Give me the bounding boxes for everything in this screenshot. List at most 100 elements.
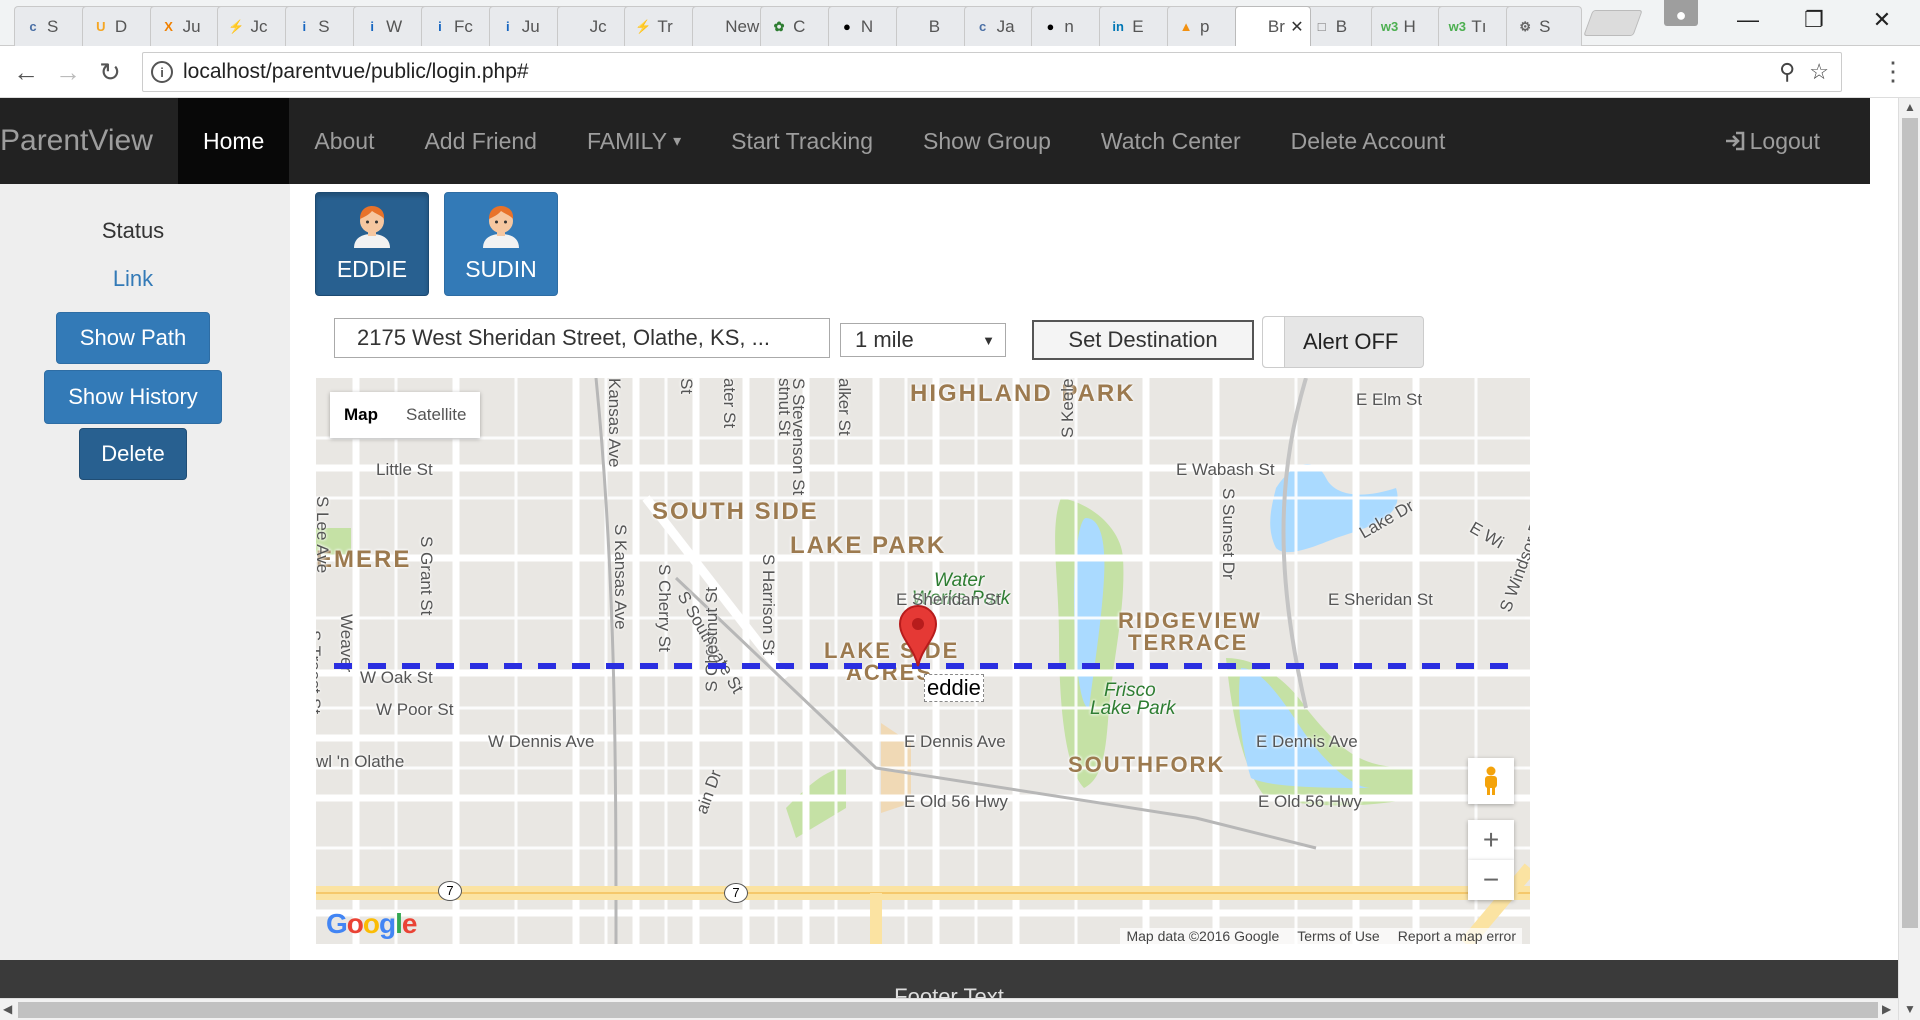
- nav-item-delete-account[interactable]: Delete Account: [1266, 98, 1471, 184]
- vertical-scroll-thumb[interactable]: [1902, 118, 1918, 928]
- tab-title: Br: [1267, 16, 1285, 36]
- browser-tab[interactable]: ⚙ S: [1506, 6, 1582, 46]
- set-destination-button[interactable]: Set Destination: [1032, 320, 1254, 360]
- location-marker-icon[interactable]: [896, 604, 940, 668]
- nav-item-label: Home: [203, 127, 265, 154]
- browser-tab[interactable]: B: [895, 6, 972, 46]
- browser-tab[interactable]: i Ju: [488, 6, 565, 46]
- browser-tab[interactable]: cS: [14, 6, 90, 46]
- nav-item-show-group[interactable]: Show Group: [898, 98, 1076, 184]
- nav-item-home[interactable]: Home: [178, 98, 290, 184]
- street-view-pegman-icon[interactable]: [1468, 758, 1514, 804]
- info-icon: i: [370, 19, 374, 34]
- browser-tab[interactable]: UD: [81, 6, 158, 46]
- browser-tab[interactable]: ✿ C: [760, 6, 836, 46]
- nav-item-label: Delete Account: [1290, 127, 1446, 154]
- address-bar[interactable]: i localhost/parentvue/public/login.php# …: [142, 52, 1842, 92]
- scroll-left-icon[interactable]: ◀: [3, 1002, 12, 1016]
- scroll-up-icon[interactable]: ▲: [1904, 100, 1916, 114]
- tab-title: Jc: [589, 16, 607, 36]
- browser-tab[interactable]: ⚡ Tr: [624, 6, 701, 46]
- toggle-knob[interactable]: [1263, 317, 1285, 367]
- nav-item-add-friend[interactable]: Add Friend: [399, 98, 562, 184]
- browser-tab[interactable]: ● n: [1031, 6, 1108, 46]
- link-anchor[interactable]: Link: [0, 266, 266, 292]
- terms-link[interactable]: Terms of Use: [1297, 928, 1379, 944]
- url-text[interactable]: localhost/parentvue/public/login.php#: [183, 60, 529, 84]
- browser-tab[interactable]: iS: [285, 6, 362, 46]
- close-tab-icon[interactable]: ✕: [1290, 17, 1303, 37]
- favicon: [701, 17, 721, 37]
- horizontal-scrollbar[interactable]: ◀ ▶: [0, 998, 1898, 1020]
- report-error-link[interactable]: Report a map error: [1398, 928, 1516, 944]
- back-icon[interactable]: ←: [10, 56, 42, 88]
- map-type-control: Map Satellite: [330, 392, 481, 438]
- nav-item-watch-center[interactable]: Watch Center: [1076, 98, 1266, 184]
- browser-tab[interactable]: Br ✕: [1234, 6, 1311, 46]
- minimize-icon[interactable]: —: [1718, 0, 1778, 40]
- browser-tab[interactable]: c Ja: [963, 6, 1040, 46]
- github-icon: ●: [842, 19, 851, 34]
- profile-icon[interactable]: ●: [1664, 0, 1698, 26]
- reload-icon[interactable]: ↻: [94, 56, 126, 88]
- browser-tab[interactable]: ⚡ Jc: [217, 6, 294, 46]
- map-type-map-button[interactable]: Map: [330, 392, 392, 438]
- zoom-out-button[interactable]: −: [1468, 860, 1514, 900]
- github-icon: ●: [1046, 19, 1055, 34]
- nav-item-family[interactable]: FAMILY ▾: [562, 98, 706, 184]
- delete-button[interactable]: Delete: [79, 428, 187, 480]
- scroll-right-icon[interactable]: ▶: [1882, 1002, 1891, 1016]
- browser-tab[interactable]: ● N: [827, 6, 904, 46]
- bookmark-star-icon[interactable]: ☆: [1809, 59, 1829, 85]
- dropdown-arrow-icon: ▼: [982, 332, 995, 348]
- map-type-satellite-button[interactable]: Satellite: [392, 392, 480, 438]
- browser-tab[interactable]: in E: [1099, 6, 1176, 46]
- tab-title: Fc: [453, 16, 473, 36]
- radius-select[interactable]: 1 mile ▼: [840, 323, 1006, 357]
- nav-item-label: FAMILY: [586, 127, 668, 154]
- nav-item-start-tracking[interactable]: Start Tracking: [706, 98, 898, 184]
- browser-tab[interactable]: w3 H: [1370, 6, 1447, 46]
- blank-icon: [566, 17, 586, 37]
- browser-tab[interactable]: iW: [353, 6, 429, 46]
- address-input[interactable]: 2175 West Sheridan Street, Olathe, KS, .…: [334, 318, 830, 358]
- gear-icon: ⚙: [1519, 18, 1531, 34]
- show-history-button[interactable]: Show History: [44, 370, 222, 424]
- zoom-icon[interactable]: ⚲: [1779, 59, 1795, 85]
- vertical-scrollbar[interactable]: ▲ ▼: [1898, 98, 1920, 1020]
- brand-logo[interactable]: ParentView: [0, 124, 178, 158]
- forward-icon[interactable]: →: [52, 56, 84, 88]
- member-name: SUDIN: [465, 256, 537, 282]
- member-button-sudin[interactable]: SUDIN: [444, 192, 558, 296]
- member-button-eddie[interactable]: EDDIE: [315, 192, 429, 296]
- info-icon[interactable]: i: [151, 61, 173, 83]
- browser-tab[interactable]: w3 Tı: [1438, 6, 1515, 46]
- scroll-down-icon[interactable]: ▼: [1904, 1002, 1916, 1016]
- browser-tab[interactable]: X Ju: [149, 6, 226, 46]
- nav-item-about[interactable]: About: [289, 98, 399, 184]
- browser-tab[interactable]: Jc: [556, 6, 633, 46]
- new-tab-button[interactable]: [1583, 10, 1643, 36]
- tab-title: B: [1335, 16, 1348, 36]
- restore-icon[interactable]: ❐: [1784, 0, 1844, 40]
- w3-icon: w3: [1380, 19, 1399, 34]
- browser-tab[interactable]: New: [692, 6, 769, 46]
- browser-tab[interactable]: ▲ p: [1167, 6, 1243, 46]
- show-path-button[interactable]: Show Path: [56, 312, 210, 364]
- tab-title: D: [114, 16, 128, 36]
- zoom-in-button[interactable]: +: [1468, 820, 1514, 860]
- close-window-icon[interactable]: ✕: [1852, 0, 1912, 40]
- pma-icon: ▲: [1179, 19, 1193, 34]
- browser-menu-icon[interactable]: ⋮: [1880, 56, 1906, 87]
- tab-title: H: [1403, 16, 1416, 36]
- browser-tab[interactable]: i Fc: [420, 6, 497, 46]
- nav-item-label: Watch Center: [1100, 127, 1241, 154]
- browser-tab-strip: c S U D X Ju ⚡ Jc i Si Wi Fc i Ju Jc ⚡ Tr New ✿ C ● N Bc Ja ● n in…: [0, 0, 1920, 46]
- status-label: Status: [101, 218, 165, 243]
- horizontal-scroll-thumb[interactable]: [18, 1002, 1878, 1018]
- leaf-icon: ✿: [773, 18, 785, 34]
- alert-toggle[interactable]: Alert OFF: [1262, 316, 1424, 368]
- map[interactable]: HIGHLAND PARK SOUTH SIDE LAKE PARK EMERE RID…: [316, 378, 1530, 944]
- logout-link[interactable]: Logout: [1724, 98, 1820, 184]
- browser-tab[interactable]: □ B: [1302, 6, 1379, 46]
